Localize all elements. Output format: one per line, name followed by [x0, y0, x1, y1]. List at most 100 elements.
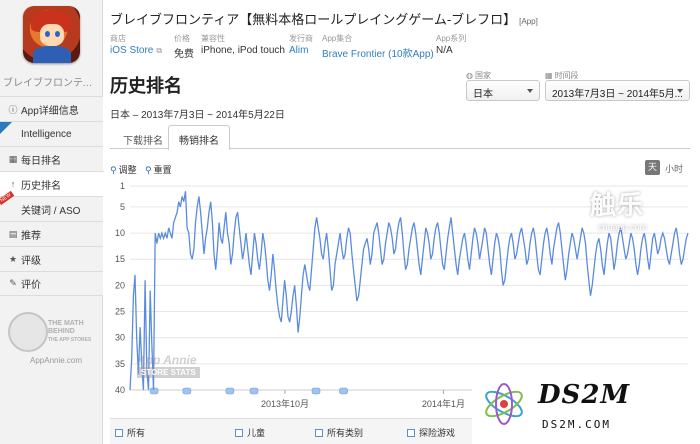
y-tick-label: 5: [120, 202, 125, 212]
app-icon-eye: [55, 31, 60, 37]
reset-label: 重置: [153, 165, 172, 175]
annotation-marker[interactable]: [249, 387, 259, 395]
external-link-icon[interactable]: ⧉: [156, 46, 162, 55]
zoom-reset-icon: ⚲: [145, 165, 152, 175]
comment-icon: ✎: [9, 278, 17, 288]
meta-label-compat: 兼容性: [201, 34, 225, 43]
chart-y-axis: 1510152025303540: [115, 181, 125, 395]
globe-icon: ◍: [466, 71, 473, 80]
annotation-marker[interactable]: [311, 387, 321, 395]
y-tick-label: 1: [120, 181, 125, 191]
country-label-text: 国家: [474, 71, 491, 80]
meta-label-collection: App集合: [322, 34, 353, 43]
sidebar-item-intelligence[interactable]: Intelligence: [0, 121, 103, 146]
sidebar-item-label: 评价: [21, 280, 41, 291]
app-annie-mascot-icon: [8, 312, 48, 352]
app-title-tag: [App]: [519, 17, 538, 26]
sidebar-item-label: 关键词 / ASO: [21, 205, 81, 217]
adjust-button[interactable]: ⚲ 调整: [110, 163, 137, 176]
checkbox-icon[interactable]: [315, 429, 323, 437]
date-range: 日本 – 2013年7月3日 ~ 2014年5月22日: [110, 110, 285, 121]
checkbox-icon[interactable]: [115, 429, 123, 437]
sidebar-item-label: 每日排名: [21, 155, 61, 167]
meta-price: 免费: [174, 49, 194, 60]
annotation-marker[interactable]: [225, 387, 235, 395]
hour-toggle[interactable]: 小时: [665, 162, 683, 175]
app-annie-promo-logo[interactable]: THE MATH BEHIND THE APP STORES AppAnnie.…: [8, 312, 96, 366]
promo-line: THE APP STORES: [48, 337, 92, 343]
app-annie-watermark: App Annie: [137, 353, 197, 367]
filter-kids[interactable]: 儿童: [235, 426, 265, 439]
store-link[interactable]: iOS Store: [110, 45, 153, 56]
filter-label: 所有: [127, 428, 146, 438]
ds2m-site: DS2M.COM: [542, 418, 611, 431]
y-tick-label: 25: [115, 307, 125, 317]
meta-label-series: App系列: [436, 34, 467, 43]
sidebar-app-name[interactable]: ブレイブフロンティア...: [0, 74, 103, 89]
ds2m-watermark: DS2M DS2M.COM: [472, 374, 700, 444]
adjust-label: 调整: [118, 165, 137, 175]
period-value: 2013年7月3日 ~ 2014年5月...: [552, 89, 683, 100]
sidebar-item-label: App详细信息: [21, 105, 79, 117]
filter-label: 所有类别: [327, 428, 364, 438]
collection-link[interactable]: Brave Frontier (10款App): [322, 45, 434, 60]
y-tick-label: 40: [115, 385, 125, 395]
meta-label-publisher: 发行商: [289, 34, 313, 43]
promo-line: THE MATH: [48, 320, 84, 327]
chuapp-watermark-big: 触乐: [590, 190, 645, 220]
atom-logo-icon: [485, 383, 523, 425]
tab-download-rank[interactable]: 下载排名: [112, 125, 174, 149]
x-tick-label: 2013年10月: [261, 398, 309, 409]
sidebar-nav: ⓘ App详细信息 Intelligence ▦ 每日排名 ↑ 历史排名 NEW…: [0, 96, 104, 296]
chevron-down-icon: [677, 89, 683, 93]
chuapp-watermark: 触乐 chuapp.com: [590, 185, 665, 240]
tab-grossing-rank[interactable]: 畅销排名: [168, 125, 230, 150]
meta-label-price: 价格: [174, 34, 190, 43]
chuapp-watermark-small: chuapp.com: [598, 222, 648, 232]
sidebar-item-daily-rank[interactable]: ▦ 每日排名: [0, 146, 103, 171]
sidebar-item-label: Intelligence: [21, 128, 72, 140]
ds2m-title: DS2M: [538, 380, 631, 410]
app-title-text: ブレイブフロンティア【無料本格ロールプレイングゲーム-ブレフロ】: [110, 12, 517, 27]
sidebar-item-label: 历史排名: [21, 180, 61, 192]
sidebar-item-keywords-aso[interactable]: NEW 关键词 / ASO: [0, 191, 103, 221]
filter-all-categories[interactable]: 所有类别: [315, 426, 363, 439]
country-select[interactable]: 日本: [466, 80, 540, 101]
period-select[interactable]: 2013年7月3日 ~ 2014年5月...: [545, 80, 690, 101]
app-icon-face: [40, 24, 64, 46]
sidebar: ブレイブフロンティア... ⓘ App详细信息 Intelligence ▦ 每…: [0, 0, 104, 444]
sidebar-item-app-details[interactable]: ⓘ App详细信息: [0, 96, 103, 121]
y-tick-label: 30: [115, 333, 125, 343]
y-tick-label: 35: [115, 359, 125, 369]
sidebar-item-label: 推荐: [21, 230, 41, 242]
country-value: 日本: [473, 89, 493, 100]
filter-label: 探险游戏: [419, 428, 456, 438]
reset-button[interactable]: ⚲ 重置: [145, 163, 172, 176]
sidebar-item-history-rank[interactable]: ↑ 历史排名: [0, 171, 104, 196]
publisher-link[interactable]: Alim: [289, 45, 308, 56]
chevron-down-icon: [527, 89, 533, 93]
sidebar-item-rating[interactable]: ★ 评级: [0, 246, 103, 271]
sidebar-item-reviews[interactable]: ✎ 评价: [0, 271, 103, 296]
day-toggle[interactable]: 天: [645, 160, 660, 175]
promo-site: AppAnnie.com: [30, 356, 83, 365]
zoom-icon: ⚲: [110, 165, 117, 175]
filter-all[interactable]: 所有: [115, 426, 145, 439]
app-icon[interactable]: [23, 6, 80, 63]
meta-store[interactable]: iOS Store ⧉: [110, 45, 162, 56]
sidebar-item-label: 评级: [21, 255, 41, 267]
checkbox-icon[interactable]: [235, 429, 243, 437]
calendar-icon: ▦: [8, 153, 18, 164]
recommend-icon: ▤: [8, 228, 18, 239]
meta-series: N/A: [436, 45, 453, 56]
arrow-up-icon: ↑: [10, 179, 16, 189]
sidebar-item-recommend[interactable]: ▤ 推荐: [0, 221, 103, 246]
checkbox-icon[interactable]: [407, 429, 415, 437]
app-title: ブレイブフロンティア【無料本格ロールプレイングゲーム-ブレフロ】 [App]: [110, 9, 538, 28]
y-tick-label: 15: [115, 254, 125, 264]
promo-text: THE MATH BEHIND THE APP STORES: [48, 320, 91, 344]
annotation-marker[interactable]: [182, 387, 192, 395]
annotation-marker[interactable]: [339, 387, 348, 395]
filter-adventure[interactable]: 探险游戏: [407, 426, 455, 439]
intelligence-ribbon-icon: [0, 122, 12, 134]
